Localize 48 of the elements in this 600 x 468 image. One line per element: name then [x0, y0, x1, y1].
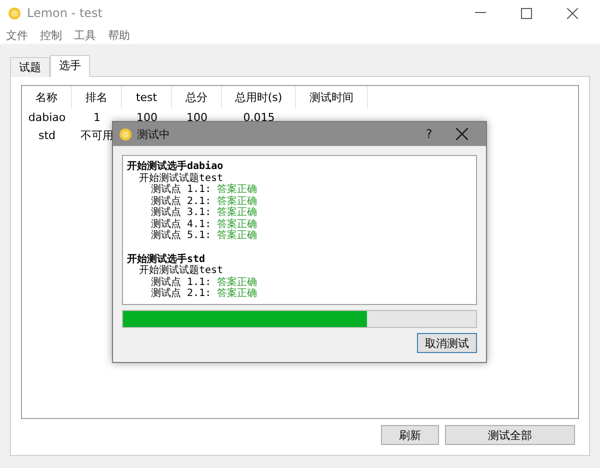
- lemon-icon: [8, 6, 21, 20]
- menu-item[interactable]: 帮助: [108, 28, 130, 42]
- table-cell-text: 1: [92, 110, 102, 124]
- result-text: 答案正确: [217, 230, 258, 241]
- log-line: 开始测试试题test: [138, 265, 224, 276]
- table-cell-text: 100: [186, 110, 208, 124]
- result-text: 答案正确: [217, 276, 258, 288]
- column-header[interactable]: 名称: [22, 86, 72, 108]
- menu-item[interactable]: 控制: [40, 28, 62, 42]
- result-text: 答案正确: [217, 184, 258, 195]
- menu-item[interactable]: 文件: [6, 28, 28, 42]
- log-line: 测试点 2.1:: [151, 196, 212, 206]
- log-line: 开始测试试题test: [138, 172, 224, 184]
- column-header[interactable]: 排名: [72, 86, 122, 108]
- table-cell-text: dabiao: [27, 110, 67, 124]
- tab[interactable]: 选手: [50, 55, 90, 77]
- test-all-button[interactable]: 测试全部: [445, 425, 575, 445]
- table-cell-text: 0.015: [242, 110, 276, 124]
- maximize-icon[interactable]: [520, 8, 532, 18]
- column-header[interactable]: 总用时(s): [222, 86, 296, 108]
- cancel-button[interactable]: 取消测试: [417, 333, 477, 353]
- close-icon[interactable]: [456, 128, 468, 140]
- result-text: 答案正确: [217, 288, 258, 299]
- log-line: 测试点 1.1:: [151, 276, 212, 288]
- result-text: 答案正确: [217, 218, 258, 230]
- table-cell-text: 100: [136, 110, 158, 124]
- result-text: 答案正确: [217, 207, 258, 218]
- table-cell-text: std: [37, 128, 57, 142]
- menu-item[interactable]: 工具: [74, 28, 96, 42]
- column-header[interactable]: 测试时间: [296, 86, 368, 108]
- dialog-title: 测试中: [137, 126, 171, 142]
- window-title: Lemon - test: [27, 6, 104, 20]
- column-header[interactable]: 总分: [172, 86, 222, 108]
- minimize-icon[interactable]: [474, 12, 486, 14]
- log-line: 测试点 1.1:: [151, 184, 212, 195]
- close-icon[interactable]: [566, 8, 578, 18]
- tab[interactable]: 试题: [10, 57, 50, 77]
- result-text: 答案正确: [217, 196, 258, 206]
- help-button[interactable]: ?: [415, 127, 443, 141]
- log-line: 测试点 3.1:: [151, 207, 212, 218]
- log-line: 开始测试选手dabiao: [127, 161, 224, 172]
- log-line: 测试点 5.1:: [151, 230, 212, 241]
- log-line: 测试点 2.1:: [151, 288, 212, 299]
- lemon-icon: [119, 128, 132, 140]
- log-line: 开始测试选手std: [127, 254, 206, 264]
- refresh-button[interactable]: 刷新: [381, 425, 439, 445]
- column-header[interactable]: test: [122, 86, 172, 108]
- log-line: 测试点 4.1:: [151, 218, 212, 230]
